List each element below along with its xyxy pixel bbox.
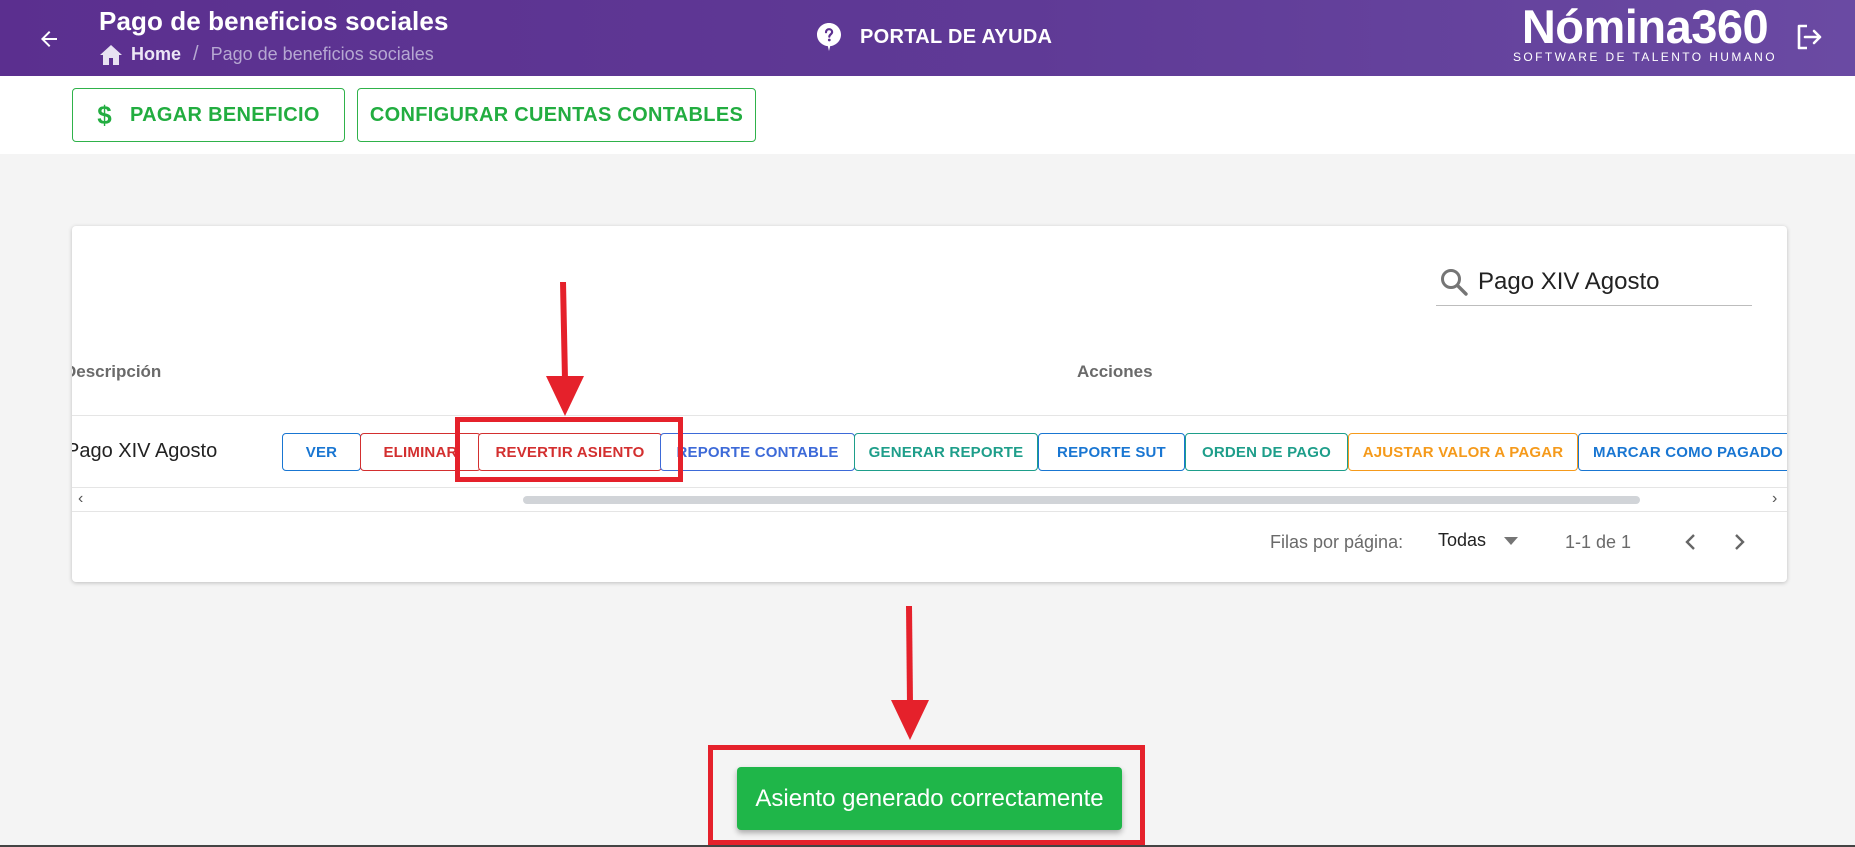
caret-down-icon (1504, 536, 1519, 545)
pay-benefit-button[interactable]: $ PAGAR BENEFICIO (72, 88, 345, 142)
chevron-right-icon (1735, 534, 1745, 550)
accounting-report-button[interactable]: REPORTE CONTABLE (660, 433, 855, 471)
search-icon (1441, 268, 1468, 296)
annotation-arrow-down-icon (546, 281, 584, 416)
row-divider (72, 415, 1787, 416)
chevron-left-icon (1685, 534, 1695, 550)
search-field[interactable] (1436, 258, 1752, 306)
mark-as-paid-button[interactable]: MARCAR COMO PAGADO (1578, 433, 1787, 471)
breadcrumb-home-link[interactable]: Home (99, 44, 181, 66)
scrollbar-thumb[interactable] (523, 496, 1640, 504)
payment-order-button[interactable]: ORDEN DE PAGO (1185, 433, 1348, 471)
benefits-table-card: Descripción Acciones Pago XIV Agosto VER… (72, 226, 1787, 582)
generate-report-button[interactable]: GENERAR REPORTE (854, 433, 1038, 471)
previous-page-button[interactable] (1676, 528, 1704, 556)
adjust-amount-button[interactable]: AJUSTAR VALOR A PAGAR (1348, 433, 1578, 471)
search-input[interactable] (1478, 267, 1738, 296)
help-portal-label: PORTAL DE AYUDA (860, 25, 1053, 48)
scroll-left-icon[interactable]: ‹ (78, 490, 83, 508)
rows-per-page-select[interactable]: Todas (1438, 530, 1519, 551)
scroll-right-icon[interactable]: › (1772, 490, 1777, 508)
column-header-description[interactable]: Descripción (72, 362, 161, 382)
pagination-range: 1-1 de 1 (1565, 532, 1632, 552)
annotation-arrow-down-icon (891, 605, 929, 740)
view-button[interactable]: VER (282, 433, 361, 471)
arrow-left-icon (41, 31, 57, 47)
page-title: Pago de beneficios sociales (99, 6, 449, 36)
breadcrumb: Home / Pago de beneficios sociales (99, 43, 434, 66)
brand-tagline: SOFTWARE DE TALENTO HUMANO (1513, 50, 1777, 64)
help-icon (817, 23, 841, 51)
home-icon (100, 44, 122, 65)
action-toolbar: $ PAGAR BENEFICIO CONFIGURAR CUENTAS CON… (0, 76, 1855, 154)
breadcrumb-separator: / (193, 43, 199, 65)
top-app-bar: Pago de beneficios sociales Home / Pago … (0, 0, 1855, 76)
rows-per-page-label: Filas por página: (1270, 532, 1404, 552)
configure-accounts-button[interactable]: CONFIGURAR CUENTAS CONTABLES (357, 88, 756, 142)
breadcrumb-home-label: Home (131, 44, 182, 64)
table-row-description: Pago XIV Agosto (72, 440, 218, 462)
dollar-icon: $ (97, 99, 113, 130)
next-page-button[interactable] (1726, 528, 1754, 556)
pay-benefit-label: PAGAR BENEFICIO (130, 103, 320, 126)
rows-per-page-value: Todas (1438, 530, 1487, 550)
brand-name: Nómina360 (1521, 0, 1769, 53)
help-portal-link[interactable]: PORTAL DE AYUDA (816, 22, 1052, 52)
logout-icon (1797, 24, 1822, 50)
brand-logo: Nómina360 SOFTWARE DE TALENTO HUMANO (1510, 0, 1780, 65)
success-toast: Asiento generado correctamente (737, 767, 1122, 830)
back-button[interactable] (32, 22, 66, 56)
sut-report-button[interactable]: REPORTE SUT (1038, 433, 1185, 471)
column-header-actions: Acciones (1077, 362, 1153, 381)
logout-button[interactable] (1794, 22, 1824, 57)
annotation-highlight-box (455, 417, 683, 482)
horizontal-scrollbar[interactable]: ‹ › (72, 488, 1787, 512)
breadcrumb-current: Pago de beneficios sociales (210, 44, 434, 64)
